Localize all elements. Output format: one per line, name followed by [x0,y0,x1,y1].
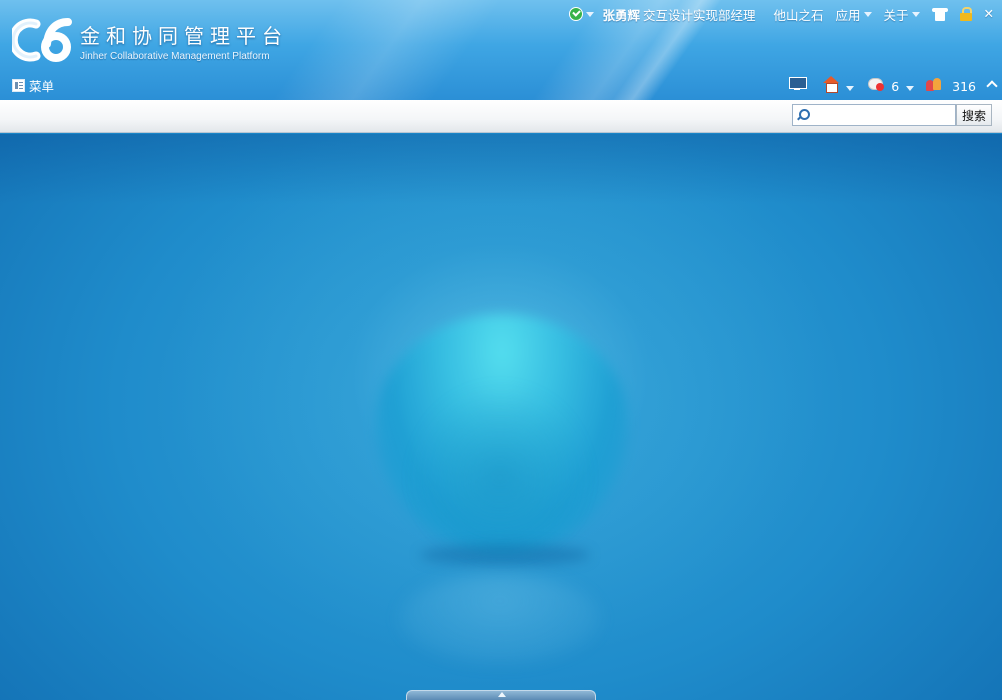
about-menu-label: 关于 [883,7,909,23]
logo-text: 金和协同管理平台 Jinher Collaborative Management… [80,20,288,62]
search-button[interactable]: 搜索 [956,104,992,126]
close-icon[interactable]: ✕ [984,6,994,22]
app-title: 金和协同管理平台 [80,24,288,48]
desktop-button[interactable] [789,76,808,94]
home-icon [823,76,840,93]
user-role: 交互设计实现部经理 [642,7,756,23]
home-menu[interactable] [823,76,855,94]
users-icon [926,77,942,91]
chevron-down-icon [846,86,855,91]
status-online-icon [569,7,584,21]
desktop-area[interactable] [0,134,1002,700]
status-selector[interactable] [569,7,595,21]
online-users[interactable]: 316 [926,77,976,94]
skin-shirt-icon [931,7,948,21]
user-name[interactable]: 张勇辉 [602,5,640,24]
desktop-shade [0,134,1002,204]
apps-menu-label: 应用 [835,7,861,23]
online-users-count: 316 [952,78,976,94]
search-bar: 搜索 [0,100,1002,133]
lock-icon [959,7,972,21]
search-icon [796,108,810,122]
apps-menu[interactable]: 应用 [835,5,872,24]
about-menu[interactable]: 关于 [884,5,920,24]
chevron-down-icon [906,85,915,91]
monitor-icon [789,76,808,91]
search-input[interactable] [805,106,955,124]
right-toolbar: 6 316 [789,76,998,94]
top-bar: 张勇辉 交互设计实现部经理 他山之石 应用 关于 ✕ [569,5,994,23]
chevron-down-icon [586,11,595,17]
messages-count: 6 [891,78,900,94]
chevron-down-icon [863,11,872,17]
wallpaper-shadow [420,544,590,566]
dock-toggle[interactable] [406,690,596,700]
search-field[interactable] [792,104,956,126]
menu-button[interactable]: 菜单 [12,76,54,95]
messages-menu[interactable]: 6 [868,77,915,94]
link-tashan[interactable]: 他山之石 [773,5,823,24]
app-header: 金和协同管理平台 Jinher Collaborative Management… [0,0,1002,100]
lock-button[interactable] [959,7,972,21]
wallpaper-reflection [400,574,600,664]
chevron-down-icon [911,11,920,17]
chevron-up-icon [498,692,506,697]
skin-button[interactable] [931,7,948,21]
app-subtitle: Jinher Collaborative Management Platform [80,51,270,62]
wallpaper-heart-shade [410,384,590,554]
collapse-up-icon [986,79,998,92]
menu-label: 菜单 [29,79,55,94]
menu-icon [12,79,25,92]
collapse-button[interactable] [986,78,998,93]
message-icon [868,77,885,91]
c6-logo [12,18,72,62]
